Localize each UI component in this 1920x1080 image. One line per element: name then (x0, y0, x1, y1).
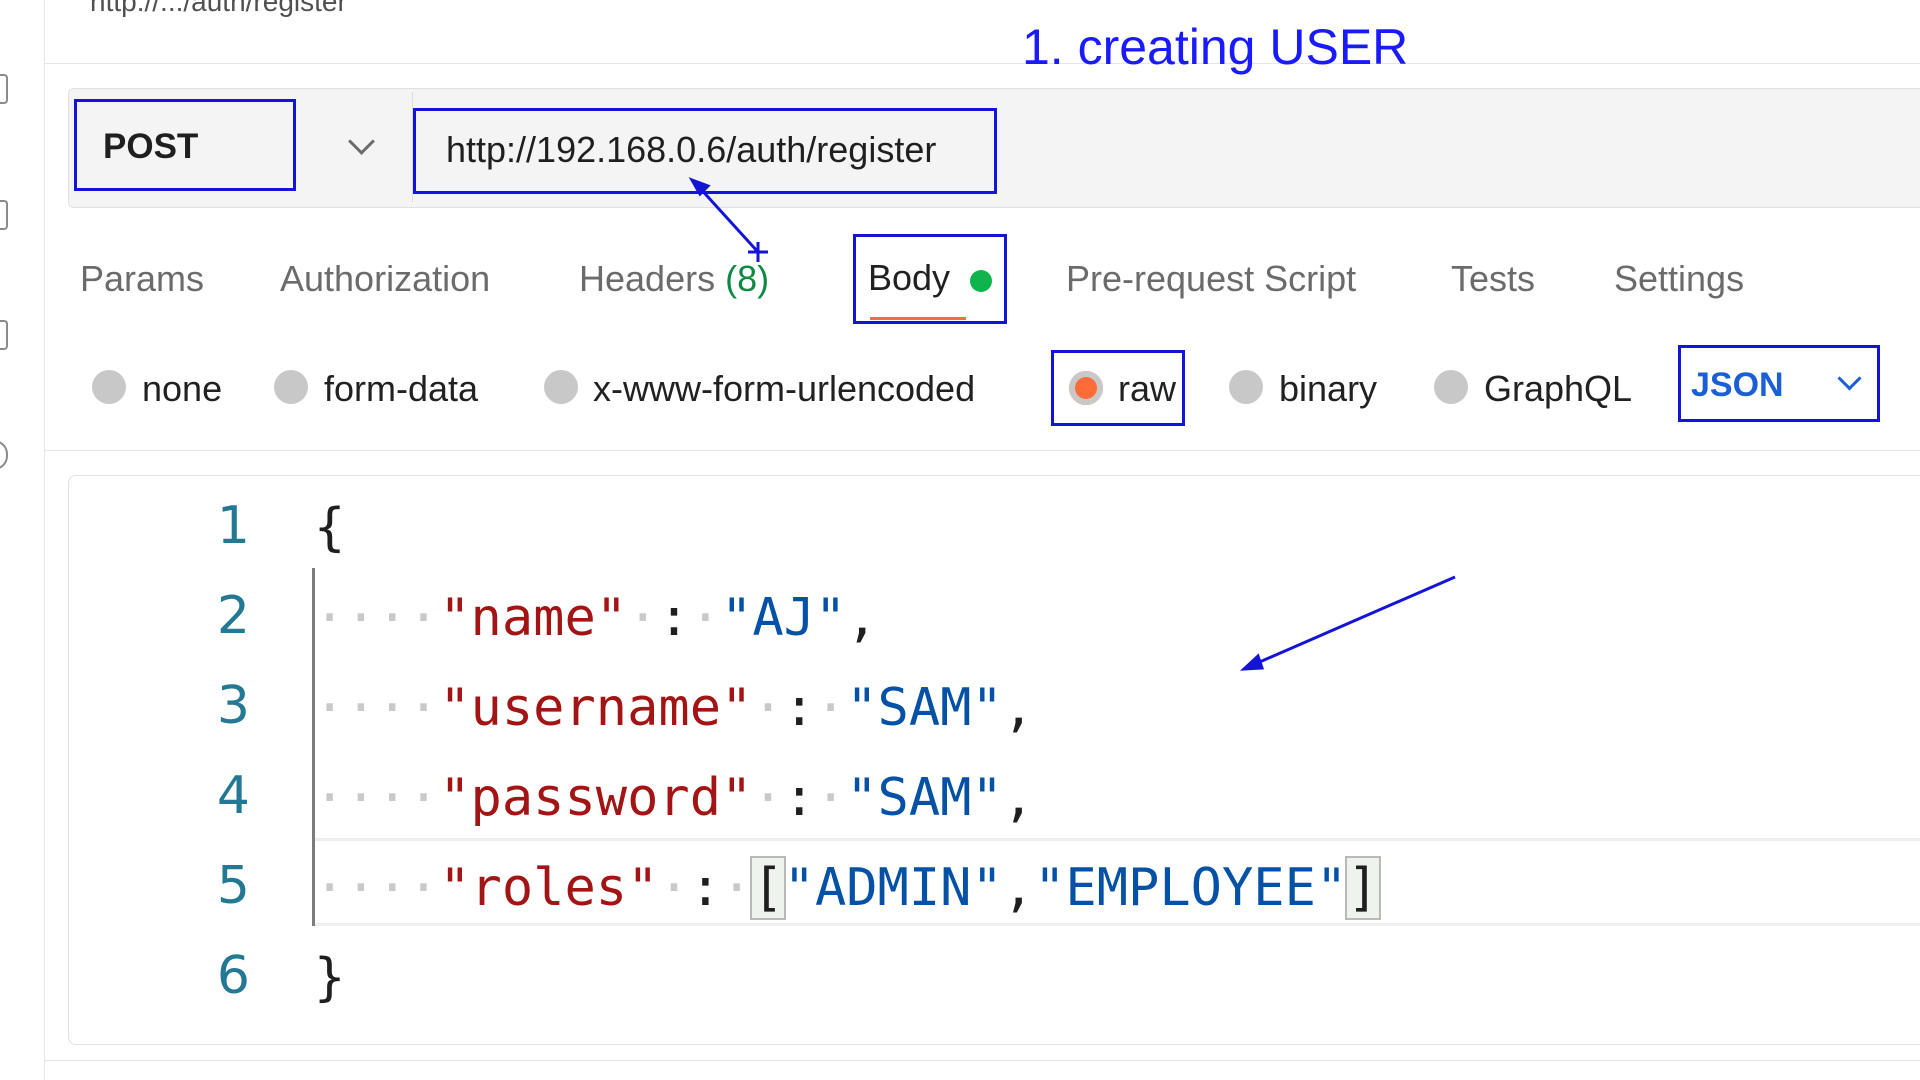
annotation-arrows (688, 177, 1456, 671)
arrow-to-json-icon (1239, 575, 1456, 671)
arrow-to-url-icon (688, 177, 768, 262)
